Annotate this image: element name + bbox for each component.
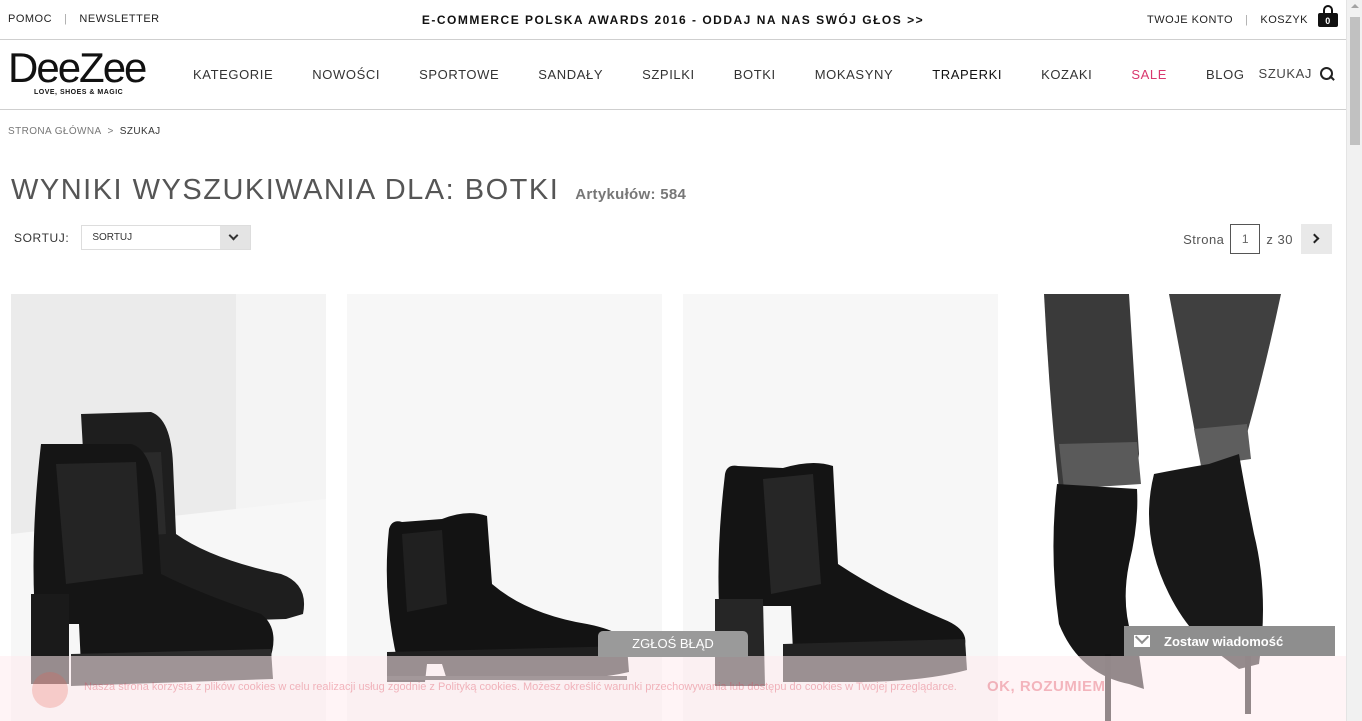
divider: | [1245,14,1249,26]
pager-label: Strona [1183,231,1225,247]
report-error-button[interactable]: ZGŁOŚ BŁĄD [598,631,748,657]
logo[interactable]: DeeZee LOVE, SHOES & MAGIC [8,44,158,97]
scroll-up-arrow-icon[interactable] [1351,4,1359,8]
nav-item-botki[interactable]: BOTKI [734,67,776,82]
breadcrumb-home[interactable]: STRONA GŁÓWNA [8,126,102,137]
page-scrollbar[interactable] [1346,0,1362,721]
top-bar: POMOC | NEWSLETTER E-COMMERCE POLSKA AWA… [0,0,1346,40]
help-link[interactable]: POMOC [8,13,52,25]
account-link[interactable]: TWOJE KONTO [1147,14,1233,26]
sort-value: SORTUJ [92,232,133,243]
search-label: SZUKAJ [1258,66,1312,81]
cookie-icon [32,672,68,708]
cart-count: 0 [1325,16,1331,26]
leave-message-button[interactable]: Zostaw wiadomość [1124,626,1335,656]
promo-link[interactable]: E-COMMERCE POLSKA AWARDS 2016 - ODDAJ NA… [422,13,924,27]
sort-label: SORTUJ: [14,230,70,245]
nav-item-kozaki[interactable]: KOZAKI [1041,67,1092,82]
nav-item-szpilki[interactable]: SZPILKI [642,67,695,82]
nav-item-sportowe[interactable]: SPORTOWE [419,67,499,82]
leave-message-label: Zostaw wiadomość [1164,633,1284,649]
nav-item-sandaly[interactable]: SANDAŁY [538,67,603,82]
page-title: WYNIKI WYSZUKIWANIA DLA: BOTKI [11,174,560,206]
sort-dropdown-button[interactable] [220,226,251,249]
logo-brand: DeeZee [8,44,147,91]
promo-banner: E-COMMERCE POLSKA AWARDS 2016 - ODDAJ NA… [0,13,1346,27]
newsletter-link[interactable]: NEWSLETTER [79,13,159,25]
chevron-right-icon [1309,233,1320,244]
envelope-icon [1134,635,1150,647]
chevron-down-icon [228,230,239,241]
nav-item-sale[interactable]: SALE [1131,67,1167,82]
search-toggle[interactable]: SZUKAJ [1259,66,1334,81]
breadcrumb-current: SZUKAJ [119,126,161,137]
main-nav: KATEGORIE NOWOŚCI SPORTOWE SANDAŁY SZPIL… [193,67,1284,82]
account-links: TWOJE KONTO | KOSZYK 0 [1147,5,1338,27]
breadcrumb: STRONA GŁÓWNA > SZUKAJ [8,126,161,137]
top-links: POMOC | NEWSLETTER [8,13,160,25]
breadcrumb-separator: > [107,126,114,137]
search-icon [1320,66,1334,81]
cart-bag-icon[interactable]: 0 [1318,5,1338,27]
main-header: DeeZee LOVE, SHOES & MAGIC KATEGORIE NOW… [0,41,1346,110]
pager-total: z 30 [1266,231,1293,247]
cookie-text: Nasza strona korzysta z plików cookies w… [84,681,957,693]
sort-control: SORTUJ: SORTUJ [14,225,252,250]
pagination: Strona 1 z 30 [1183,224,1332,254]
page-number-input[interactable]: 1 [1230,224,1261,254]
nav-item-kategorie[interactable]: KATEGORIE [193,67,273,82]
divider: | [64,13,68,25]
scrollbar-thumb[interactable] [1350,17,1360,145]
sort-select[interactable]: SORTUJ [81,225,252,250]
results-count: Artykułów: 584 [575,186,687,203]
cookie-banner: Nasza strona korzysta z plików cookies w… [0,656,1346,721]
nav-item-blog[interactable]: BLOG [1206,67,1245,82]
nav-item-mokasyny[interactable]: MOKASYNY [815,67,893,82]
cookie-accept-button[interactable]: OK, ROZUMIEM [987,678,1106,695]
nav-item-nowosci[interactable]: NOWOŚCI [312,67,380,82]
next-page-button[interactable] [1301,224,1332,254]
cart-link[interactable]: KOSZYK [1260,14,1308,26]
results-heading: WYNIKI WYSZUKIWANIA DLA: BOTKI Artykułów… [11,174,686,207]
nav-item-traperki[interactable]: TRAPERKI [932,67,1002,82]
